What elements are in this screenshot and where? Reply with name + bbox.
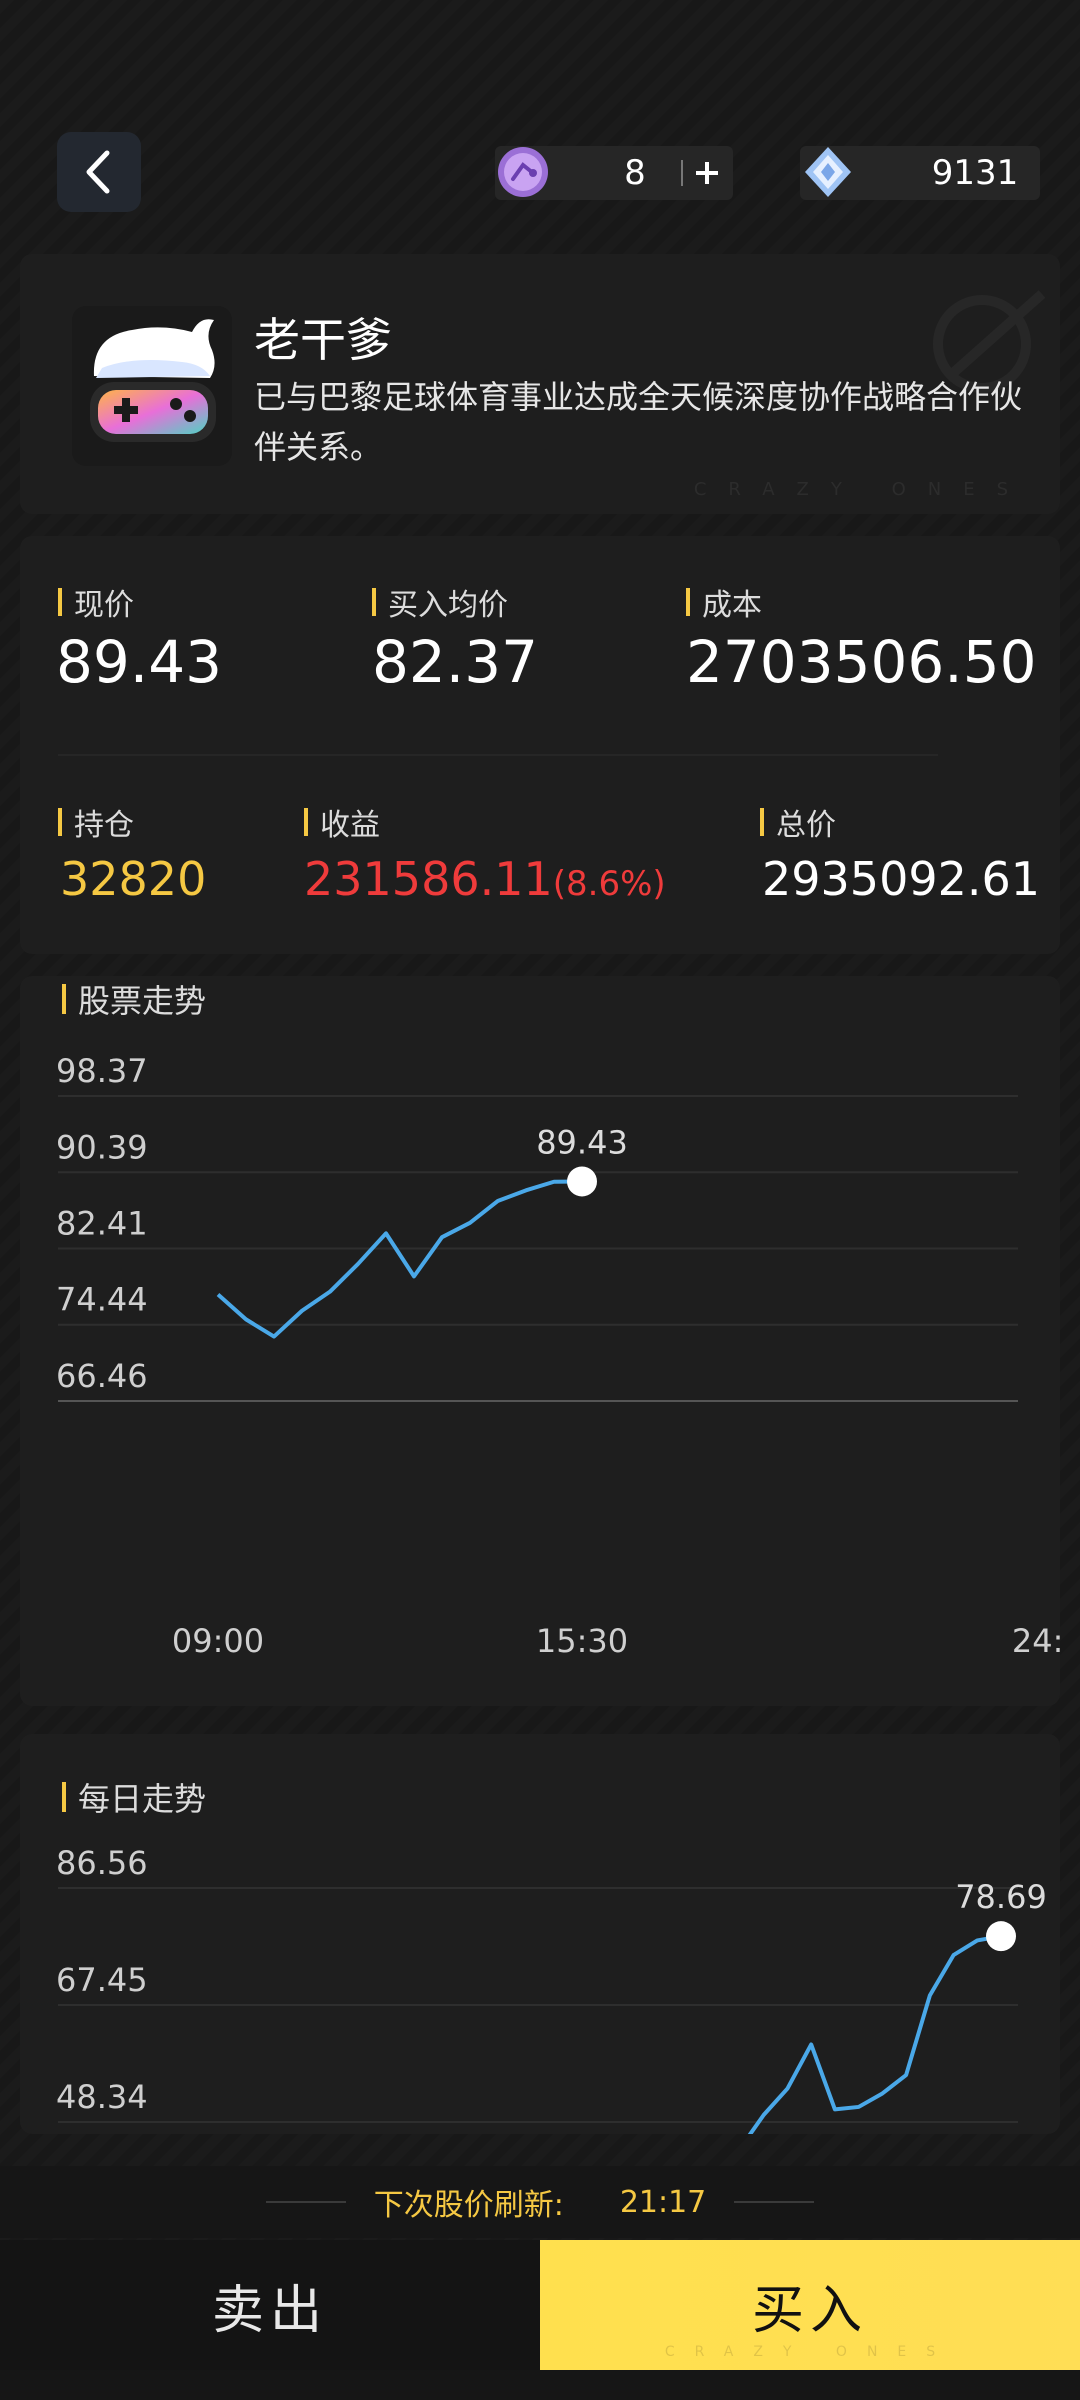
y-tick-label: 74.44 [56, 1281, 148, 1319]
bottom-strip [0, 2370, 1080, 2400]
plus-icon [696, 162, 718, 184]
cost-value: 2703506.50 [686, 628, 1037, 696]
stats-divider [58, 754, 938, 756]
y-tick-label: 48.34 [56, 2078, 148, 2116]
gamepad-avatar-icon [90, 319, 216, 442]
purple-coin-icon [493, 142, 553, 202]
last-value-label: 89.43 [536, 1123, 628, 1161]
x-tick-label: 09:00 [172, 1622, 264, 1660]
avatar [72, 306, 232, 466]
x-tick-label: 24:00 [1012, 1622, 1060, 1660]
last-value-label: 78.69 [955, 1878, 1047, 1916]
divider-left [265, 2201, 346, 2203]
y-tick-label: 67.45 [56, 1961, 148, 1999]
current-price-label: 现价 [58, 580, 134, 624]
gem-currency: 9131 [800, 146, 1040, 200]
chevron-left-icon [86, 150, 110, 194]
screen: 8 9131 老干爹 已与巴黎足球体育事业达成全天候深度协作战略合作伙伴关系。 … [0, 0, 1080, 2400]
y-tick-label: 98.37 [56, 1052, 148, 1090]
brand-watermark: CRAZY ONES [693, 479, 1030, 500]
y-tick-label: 66.46 [56, 1357, 148, 1395]
buy-button-label: 买入 [751, 2280, 868, 2341]
total-label: 总价 [760, 800, 836, 844]
y-tick-label: 86.56 [56, 1844, 148, 1882]
daily-price-line [747, 1934, 1002, 2134]
avg-buy-label: 买入均价 [372, 580, 508, 624]
stock-profile-card: 老干爹 已与巴黎足球体育事业达成全天候深度协作战略合作伙伴关系。 CRAZY O… [20, 254, 1060, 514]
cost-label: 成本 [686, 580, 762, 624]
price-line [216, 1179, 583, 1339]
daily-chart-card: 每日走势 86.56 67.45 48.34 78.69 [20, 1734, 1060, 2134]
holding-value: 32820 [60, 852, 207, 906]
sell-button[interactable]: 卖出 [0, 2240, 540, 2370]
intraday-chart-card: 股票走势 98.37 90.39 82.41 74.44 66.46 09:00 15:30… [20, 976, 1060, 1706]
refresh-label: 下次股价刷新: [373, 2188, 564, 2223]
holding-label: 持仓 [58, 800, 134, 844]
x-tick-label: 15:30 [536, 1622, 628, 1660]
refresh-countdown-bar: 下次股价刷新: 21:17 [0, 2166, 1080, 2238]
buy-button[interactable]: 买入 CRAZY ONES [540, 2240, 1080, 2370]
stock-name: 老干爹 [254, 313, 392, 367]
stock-description: 已与巴黎足球体育事业达成全天候深度协作战略合作伙伴关系。 [254, 378, 1023, 466]
profit-label: 收益 [304, 800, 380, 844]
refresh-time: 21:17 [619, 2184, 707, 2220]
divider-right [734, 2201, 815, 2203]
y-tick-label: 82.41 [56, 1205, 148, 1243]
buy-watermark: CRAZY ONES [664, 2344, 956, 2360]
ticket-currency: 8 [495, 146, 733, 200]
profit-percent: (8.6%) [552, 864, 666, 904]
diamond-gem-icon [798, 142, 858, 202]
daily-line-chart: 86.56 67.45 48.34 78.69 [56, 1844, 1047, 2134]
last-point-marker [567, 1166, 597, 1197]
last-point-marker [986, 1921, 1016, 1952]
total-value: 2935092.61 [762, 852, 1041, 906]
profit-amount: 231586.11 [304, 852, 553, 906]
y-tick-label: 90.39 [56, 1128, 148, 1166]
profit-value: 231586.11(8.6%) [304, 852, 666, 906]
holding-stats-card: 现价 89.43 买入均价 82.37 成本 2703506.50 持仓 328… [20, 536, 1060, 954]
current-price-value: 89.43 [56, 628, 223, 696]
add-ticket-button[interactable] [681, 146, 733, 200]
avg-buy-value: 82.37 [372, 628, 539, 696]
gem-count: 9131 [931, 153, 1019, 193]
intraday-line-chart: 98.37 90.39 82.41 74.44 66.46 09:00 15:30 24:00… [56, 1052, 1060, 1660]
back-button[interactable] [57, 132, 141, 212]
ticket-count: 8 [624, 153, 646, 193]
